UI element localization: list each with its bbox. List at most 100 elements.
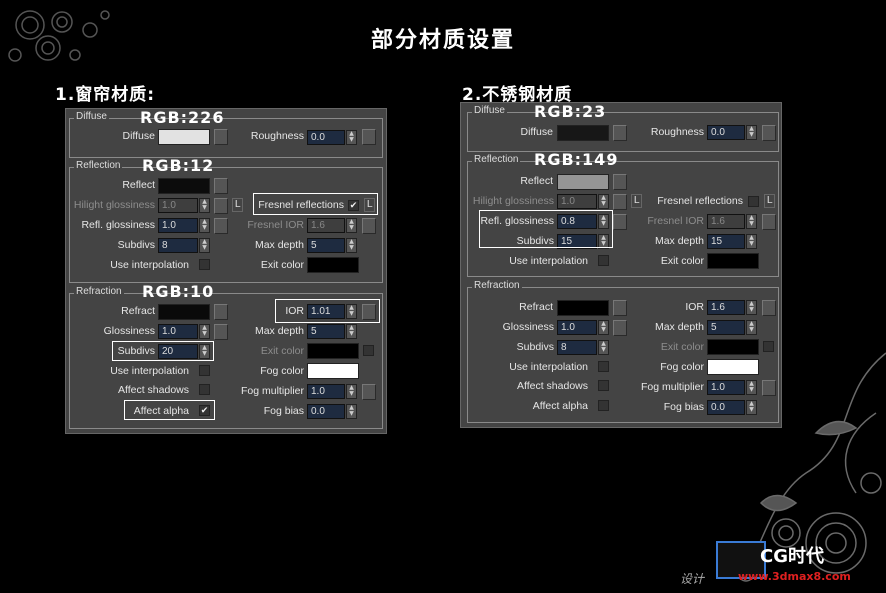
- fog-bias-spinner[interactable]: ▲ ▼: [346, 404, 357, 419]
- max-depth-spinner[interactable]: ▲ ▼: [746, 234, 757, 249]
- glossiness-label: Glossiness: [103, 325, 155, 337]
- roughness-input[interactable]: 0.0: [707, 125, 745, 140]
- fog-bias-input[interactable]: 0.0: [707, 400, 745, 415]
- roughness-map-button[interactable]: [762, 125, 776, 141]
- diffuse-group-title: Diffuse: [74, 111, 109, 122]
- fog-multiplier-input[interactable]: 1.0: [707, 380, 745, 395]
- affect-shadows-label: Affect shadows: [117, 384, 189, 396]
- reflection-group-title: Reflection: [472, 154, 521, 165]
- fog-bias-input[interactable]: 0.0: [307, 404, 345, 419]
- refr-use-interpolation-checkbox[interactable]: [199, 365, 210, 376]
- refl-glossiness-input[interactable]: 1.0: [158, 218, 198, 233]
- fog-multiplier-input[interactable]: 1.0: [307, 384, 345, 399]
- fresnel-ior-map-button[interactable]: [762, 214, 776, 230]
- fog-multiplier-spinner[interactable]: ▲ ▼: [346, 384, 357, 399]
- refr-max-depth-input[interactable]: 5: [707, 320, 745, 335]
- glossiness-spinner[interactable]: ▲ ▼: [199, 324, 210, 339]
- reflect-map-button[interactable]: [214, 178, 228, 194]
- fresnel-ior-input[interactable]: 1.6: [707, 214, 745, 229]
- refr-max-depth-spinner[interactable]: ▲ ▼: [746, 320, 757, 335]
- fog-multiplier-map-button[interactable]: [362, 384, 376, 400]
- refr-exit-color-swatch[interactable]: [707, 339, 759, 355]
- roughness-label: Roughness: [650, 126, 704, 138]
- fog-bias-spinner[interactable]: ▲ ▼: [746, 400, 757, 415]
- hilight-lock-button[interactable]: L: [631, 194, 642, 208]
- fog-multiplier-map-button[interactable]: [762, 380, 776, 396]
- hilight-glossiness-input[interactable]: 1.0: [158, 198, 198, 213]
- ior-spinner[interactable]: ▲ ▼: [746, 300, 757, 315]
- max-depth-input[interactable]: 5: [307, 238, 345, 253]
- max-depth-input[interactable]: 15: [707, 234, 745, 249]
- refr-subdivs-spinner[interactable]: ▲ ▼: [598, 340, 609, 355]
- hilight-glossiness-input[interactable]: 1.0: [557, 194, 597, 209]
- hilight-lock-button[interactable]: L: [232, 198, 243, 212]
- fresnel-ior-spinner[interactable]: ▲ ▼: [746, 214, 757, 229]
- refract-map-button[interactable]: [613, 300, 627, 316]
- fresnel-ior-input[interactable]: 1.6: [307, 218, 345, 233]
- subdivs-input[interactable]: 8: [158, 238, 198, 253]
- glossiness-spinner[interactable]: ▲ ▼: [598, 320, 609, 335]
- exit-color-swatch[interactable]: [307, 257, 359, 273]
- fog-color-swatch[interactable]: [707, 359, 759, 375]
- hilight-glossiness-label: Hilight glossiness: [73, 199, 155, 211]
- fog-multiplier-spinner[interactable]: ▲ ▼: [746, 380, 757, 395]
- refl-glossiness-map-button[interactable]: [613, 214, 627, 230]
- roughness-map-button[interactable]: [362, 129, 376, 145]
- refl-glossiness-spinner[interactable]: ▲ ▼: [199, 218, 210, 233]
- fresnel-reflections-checkbox[interactable]: [748, 196, 759, 207]
- glossiness-map-button[interactable]: [214, 324, 228, 340]
- diffuse-color-swatch[interactable]: [557, 125, 609, 141]
- refr-exit-color-label: Exit color: [660, 341, 704, 353]
- highlight-ior: [275, 299, 380, 323]
- exit-color-label: Exit color: [660, 255, 704, 267]
- fog-color-swatch[interactable]: [307, 363, 359, 379]
- glossiness-input[interactable]: 1.0: [158, 324, 198, 339]
- hilight-map-button[interactable]: [613, 194, 627, 210]
- subdivs-spinner[interactable]: ▲ ▼: [199, 238, 210, 253]
- fresnel-lock-button[interactable]: L: [764, 194, 775, 208]
- reflect-map-button[interactable]: [613, 174, 627, 190]
- ior-map-button[interactable]: [762, 300, 776, 316]
- hilight-map-button[interactable]: [214, 198, 228, 214]
- reflection-group-title: Reflection: [74, 160, 123, 171]
- roughness-spinner[interactable]: ▲ ▼: [746, 125, 757, 140]
- roughness-label: Roughness: [250, 130, 304, 142]
- roughness-spinner[interactable]: ▲ ▼: [346, 130, 357, 145]
- ior-input[interactable]: 1.6: [707, 300, 745, 315]
- refr-max-depth-input[interactable]: 5: [307, 324, 345, 339]
- use-interpolation-checkbox[interactable]: [598, 255, 609, 266]
- glossiness-map-button[interactable]: [613, 320, 627, 336]
- fresnel-ior-map-button[interactable]: [362, 218, 376, 234]
- diffuse-map-button[interactable]: [214, 129, 228, 145]
- refract-color-swatch[interactable]: [158, 304, 210, 320]
- refr-subdivs-input[interactable]: 8: [557, 340, 597, 355]
- affect-shadows-label: Affect shadows: [516, 380, 588, 392]
- refr-max-depth-label: Max depth: [654, 321, 704, 333]
- fresnel-ior-spinner[interactable]: ▲ ▼: [346, 218, 357, 233]
- hilight-glossiness-spinner[interactable]: ▲ ▼: [598, 194, 609, 209]
- refl-glossiness-map-button[interactable]: [214, 218, 228, 234]
- refract-map-button[interactable]: [214, 304, 228, 320]
- refract-color-swatch[interactable]: [557, 300, 609, 316]
- use-interpolation-checkbox[interactable]: [199, 259, 210, 270]
- hilight-glossiness-spinner[interactable]: ▲ ▼: [199, 198, 210, 213]
- refl-glossiness-label: Refl. glossiness: [81, 219, 155, 231]
- roughness-input[interactable]: 0.0: [307, 130, 345, 145]
- glossiness-input[interactable]: 1.0: [557, 320, 597, 335]
- diffuse-color-swatch[interactable]: [158, 129, 210, 145]
- diffuse-map-button[interactable]: [613, 125, 627, 141]
- affect-shadows-checkbox[interactable]: [199, 384, 210, 395]
- reflect-color-swatch[interactable]: [557, 174, 609, 190]
- refr-exit-color-checkbox[interactable]: [763, 341, 774, 352]
- refr-exit-color-checkbox[interactable]: [363, 345, 374, 356]
- reflect-color-swatch[interactable]: [158, 178, 210, 194]
- refr-max-depth-spinner[interactable]: ▲ ▼: [346, 324, 357, 339]
- affect-alpha-checkbox[interactable]: [598, 400, 609, 411]
- diffuse-group-title: Diffuse: [472, 105, 507, 116]
- max-depth-spinner[interactable]: ▲ ▼: [346, 238, 357, 253]
- affect-shadows-checkbox[interactable]: [598, 380, 609, 391]
- refr-exit-color-swatch[interactable]: [307, 343, 359, 359]
- exit-color-swatch[interactable]: [707, 253, 759, 269]
- refr-use-interpolation-checkbox[interactable]: [598, 361, 609, 372]
- fog-bias-label: Fog bias: [663, 401, 704, 413]
